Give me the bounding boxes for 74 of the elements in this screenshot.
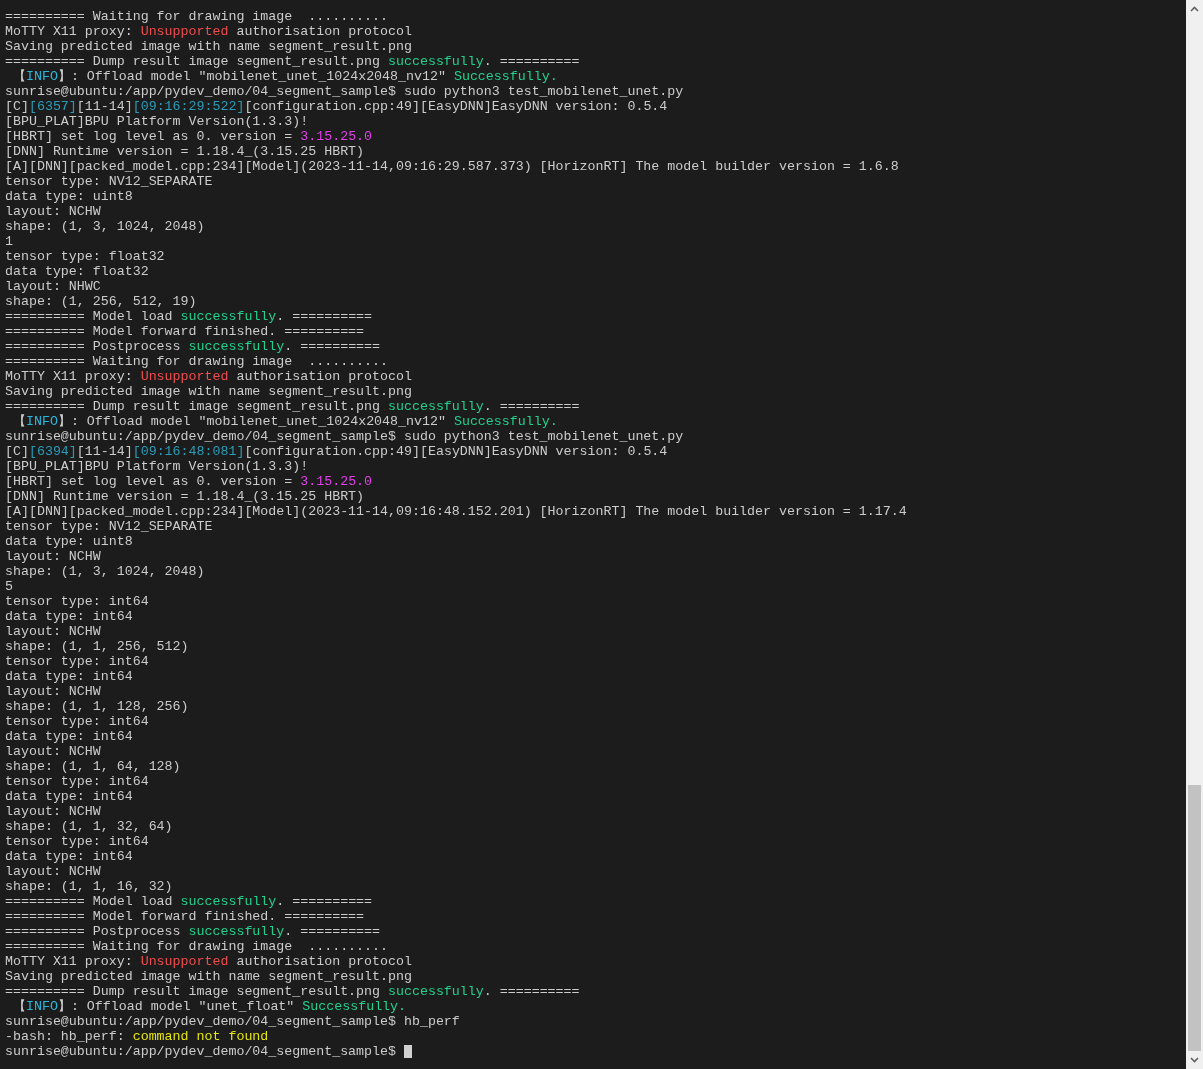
terminal-line: tensor type: int64 [5, 714, 149, 729]
terminal-line: [BPU_PLAT]BPU Platform Version(1.3.3)! [5, 114, 309, 129]
terminal-line: layout: NCHW [5, 744, 101, 759]
terminal-line: sunrise@ubuntu:/app/pydev_demo/04_segment_sample$ sudo python3 test_mobilenet_unet.py [5, 429, 684, 444]
terminal-line: 【INFO】: Offload model "mobilenet_unet_1024x2048_nv12" Successfully. [11, 414, 558, 429]
terminal-line: ========== Waiting for drawing image .......... [5, 354, 388, 369]
terminal-line: sunrise@ubuntu:/app/pydev_demo/04_segment_sample$ sudo python3 test_mobilenet_unet.py [5, 84, 684, 99]
terminal-line: Saving predicted image with name segment_result.png [5, 39, 412, 54]
terminal-line: layout: NCHW [5, 549, 101, 564]
terminal-line: ========== Model load successfully. ========== [5, 309, 373, 324]
terminal-line: data type: int64 [5, 729, 133, 744]
scrollbar-thumb[interactable] [1188, 785, 1201, 1051]
terminal-line: layout: NCHW [5, 624, 101, 639]
terminal-line: shape: (1, 1, 64, 128) [5, 759, 181, 774]
terminal-line: ========== Model load successfully. ========== [5, 894, 373, 909]
terminal-line: data type: int64 [5, 789, 133, 804]
terminal-line: 【INFO】: Offload model "mobilenet_unet_1024x2048_nv12" Successfully. [11, 69, 558, 84]
terminal-line: sunrise@ubuntu:/app/pydev_demo/04_segment_sample$ hb_perf [5, 1014, 460, 1029]
terminal-line: tensor type: NV12_SEPARATE [5, 519, 213, 534]
terminal-line: [C][6394][11-14][09:16:48:081][configuration.cpp:49][EasyDNN]EasyDNN version: 0.5.4 [5, 444, 668, 459]
terminal-line: data type: int64 [5, 609, 133, 624]
terminal-line: ========== Postprocess successfully. ========== [5, 924, 381, 939]
terminal-line: [HBRT] set log level as 0. version = 3.15.25.0 [5, 129, 373, 144]
terminal-line: shape: (1, 1, 16, 32) [5, 879, 173, 894]
terminal-line: data type: float32 [5, 264, 149, 279]
terminal-line: Saving predicted image with name segment_result.png [5, 969, 412, 984]
terminal-line: layout: NCHW [5, 804, 101, 819]
terminal-line: [DNN] Runtime version = 1.18.4_(3.15.25 HBRT) [5, 489, 365, 504]
scroll-down-icon[interactable] [1190, 1057, 1199, 1063]
terminal-line: [DNN] Runtime version = 1.18.4_(3.15.25 HBRT) [5, 144, 365, 159]
terminal-line: Saving predicted image with name segment_result.png [5, 384, 412, 399]
terminal-line: tensor type: int64 [5, 654, 149, 669]
terminal-line: [BPU_PLAT]BPU Platform Version(1.3.3)! [5, 459, 309, 474]
terminal-line: sunrise@ubuntu:/app/pydev_demo/04_segment_sample$ [5, 1044, 397, 1059]
terminal-line: ========== Waiting for drawing image .......... [5, 939, 388, 954]
terminal-line: tensor type: int64 [5, 594, 149, 609]
terminal-line: layout: NCHW [5, 684, 101, 699]
terminal-line: 【INFO】: Offload model "unet_float" Successfully. [11, 999, 407, 1014]
terminal-line: shape: (1, 1, 32, 64) [5, 819, 173, 834]
terminal-line: shape: (1, 1, 128, 256) [5, 699, 189, 714]
terminal-line: shape: (1, 1, 256, 512) [5, 639, 189, 654]
terminal-line: ========== Model forward finished. ========== [5, 909, 365, 924]
terminal-line: shape: (1, 3, 1024, 2048) [5, 564, 205, 579]
terminal-line: 1 [5, 234, 13, 249]
terminal-line: 5 [5, 579, 13, 594]
terminal-line: [C][6357][11-14][09:16:29:522][configuration.cpp:49][EasyDNN]EasyDNN version: 0.5.4 [5, 99, 668, 114]
terminal-line: ========== Dump result image segment_result.png successfully. ========== [5, 984, 580, 999]
terminal-line: [A][DNN][packed_model.cpp:234][Model](2023-11-14,09:16:29.587.373) [HorizonRT] The model builder version = 1.6.8 [5, 159, 899, 174]
terminal-line: [A][DNN][packed_model.cpp:234][Model](2023-11-14,09:16:48.152.201) [HorizonRT] The model builder version = 1.17.4 [5, 504, 907, 519]
terminal-line: data type: uint8 [5, 189, 133, 204]
terminal-line: ========== Dump result image segment_result.png successfully. ========== [5, 399, 580, 414]
terminal-line: -bash: hb_perf: command not found [5, 1029, 269, 1044]
scrollbar[interactable] [1186, 0, 1203, 1069]
terminal-line: MoTTY X11 proxy: Unsupported authorisation protocol [5, 24, 412, 39]
terminal-line: ========== Postprocess successfully. ========== [5, 339, 381, 354]
terminal-line: data type: int64 [5, 669, 133, 684]
terminal-line: shape: (1, 256, 512, 19) [5, 294, 197, 309]
terminal-line: tensor type: float32 [5, 249, 165, 264]
terminal-line: tensor type: int64 [5, 774, 149, 789]
terminal-line: layout: NCHW [5, 204, 101, 219]
terminal-line: layout: NCHW [5, 864, 101, 879]
terminal-line: MoTTY X11 proxy: Unsupported authorisation protocol [5, 954, 412, 969]
terminal-line: ========== Waiting for drawing image .......... [5, 9, 388, 24]
terminal-line: shape: (1, 3, 1024, 2048) [5, 219, 205, 234]
terminal-line: ========== Dump result image segment_result.png successfully. ========== [5, 54, 580, 69]
terminal-line: tensor type: NV12_SEPARATE [5, 174, 213, 189]
terminal-line: data type: uint8 [5, 534, 133, 549]
terminal-line: ========== Model forward finished. ========== [5, 324, 365, 339]
terminal-line: MoTTY X11 proxy: Unsupported authorisation protocol [5, 369, 412, 384]
terminal-line: data type: int64 [5, 849, 133, 864]
scroll-up-icon[interactable] [1190, 6, 1199, 12]
terminal-line: tensor type: int64 [5, 834, 149, 849]
terminal-line: layout: NHWC [5, 279, 101, 294]
terminal-line: [HBRT] set log level as 0. version = 3.15.25.0 [5, 474, 373, 489]
